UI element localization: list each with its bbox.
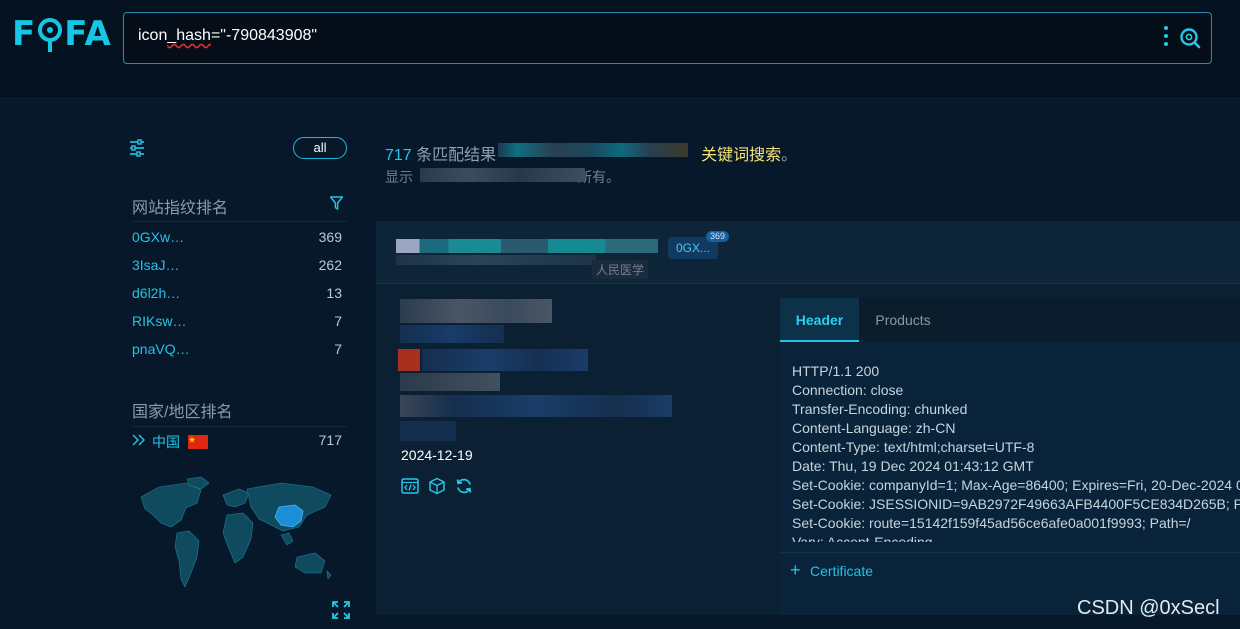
logo-magnifier-icon <box>38 18 63 52</box>
china-flag-icon <box>188 435 208 449</box>
divider <box>132 221 347 222</box>
fingerprint-name[interactable]: RIKsw… <box>132 313 186 329</box>
fingerprint-name[interactable]: pnaVQ… <box>132 341 190 357</box>
fingerprint-name[interactable]: d6l2h… <box>132 285 180 301</box>
divider <box>132 426 347 427</box>
response-line: Vary: Accept-Encoding <box>792 534 933 542</box>
search-input[interactable]: icon_hash="-790843908" <box>138 27 317 45</box>
cube-icon[interactable] <box>428 477 446 495</box>
query-part-2: _hash <box>167 27 211 44</box>
fingerprint-item[interactable]: 0GXw… 369 <box>132 229 342 249</box>
result-match-text: 条匹配结果 <box>411 147 497 164</box>
country-count: 717 <box>318 432 342 448</box>
funnel-filter-icon[interactable] <box>330 196 343 210</box>
tab-products[interactable]: Products <box>860 298 946 342</box>
fingerprint-name[interactable]: 0GXw… <box>132 229 184 245</box>
response-line: Content-Type: text/html;charset=UTF-8 <box>792 439 1035 455</box>
result-date: 2024-12-19 <box>401 447 473 463</box>
fingerprint-count: 13 <box>326 285 342 301</box>
fingerprint-count: 7 <box>334 313 342 329</box>
certificate-label[interactable]: Certificate <box>810 563 873 579</box>
fofa-logo[interactable]: F FA <box>12 14 112 54</box>
fingerprint-item[interactable]: 3IsaJ… 262 <box>132 257 342 277</box>
fingerprint-item[interactable]: RIKsw… 7 <box>132 313 342 333</box>
country-item[interactable]: 中国 717 <box>132 432 342 452</box>
query-part-1: icon <box>138 27 168 44</box>
tab-bar: Header Products <box>780 298 1240 342</box>
redacted-flag <box>398 349 420 371</box>
query-part-3: ="-790843908" <box>210 27 318 44</box>
refresh-icon[interactable] <box>455 477 473 495</box>
more-options-icon[interactable] <box>1163 26 1169 48</box>
fingerprint-item[interactable]: d6l2h… 13 <box>132 285 342 305</box>
country-name[interactable]: 中国 <box>152 432 180 452</box>
result-card: 人民医学 0GX... 369 2024-12-19 Header Produc… <box>376 221 1240 615</box>
redacted-detail <box>422 349 588 371</box>
redacted-detail <box>400 325 504 343</box>
search-bar[interactable]: icon_hash="-790843908" <box>123 12 1212 64</box>
fingerprint-tag-count: 369 <box>706 231 730 242</box>
filter-settings-icon[interactable] <box>129 139 145 157</box>
redacted-host <box>396 255 596 265</box>
response-line: Content-Language: zh-CN <box>792 420 956 436</box>
fingerprint-count: 262 <box>318 257 342 273</box>
response-line: HTTP/1.1 200 <box>792 363 880 379</box>
plus-icon: + <box>790 560 801 580</box>
logo-letter-f: F <box>12 14 37 54</box>
response-line: Date: Thu, 19 Dec 2024 01:43:12 GMT <box>792 458 1034 474</box>
expand-fullscreen-icon[interactable] <box>331 600 351 620</box>
result-count: 717 <box>385 147 412 164</box>
fingerprint-count: 369 <box>318 229 342 245</box>
fingerprint-count: 7 <box>334 341 342 357</box>
tab-header[interactable]: Header <box>780 298 859 342</box>
fingerprint-rank-title: 网站指纹排名 <box>132 200 229 217</box>
response-line: Set-Cookie: companyId=1; Max-Age=86400; … <box>792 477 1240 493</box>
response-line: Set-Cookie: route=15142f159f45ad56ce6afe… <box>792 515 1191 531</box>
fingerprint-item[interactable]: pnaVQ… 7 <box>132 341 342 361</box>
response-line: Set-Cookie: JSESSIONID=9AB2972F49663AFB4… <box>792 496 1240 512</box>
redacted-block <box>498 143 688 157</box>
card-header: 人民医学 0GX... 369 <box>376 221 1240 284</box>
fingerprint-name[interactable]: 3IsaJ… <box>132 257 179 273</box>
http-response-headers: HTTP/1.1 200 Connection: close Transfer-… <box>792 362 1240 542</box>
redacted-block <box>420 168 585 182</box>
redacted-host <box>396 239 658 253</box>
response-line: Connection: close <box>792 382 904 398</box>
all-toggle-button[interactable]: all <box>293 137 347 159</box>
keyword-search-link[interactable]: 关键词搜索 <box>701 147 781 164</box>
country-rank-title: 国家/地区排名 <box>132 404 233 421</box>
certificate-expander[interactable]: + Certificate <box>780 552 1240 589</box>
redacted-detail <box>400 395 672 417</box>
logo-letters-fa: FA <box>64 14 112 54</box>
redacted-detail <box>400 373 500 391</box>
top-bar: F FA icon_hash="-790843908" <box>0 0 1240 99</box>
redacted-detail <box>400 421 456 441</box>
redacted-detail <box>400 299 552 323</box>
site-category-label: 人民医学 <box>592 260 649 279</box>
response-line: Transfer-Encoding: chunked <box>792 401 968 417</box>
search-icon[interactable] <box>1179 27 1201 49</box>
source-code-icon[interactable] <box>401 477 419 495</box>
world-map <box>140 476 332 588</box>
watermark: CSDN @0xSecl <box>1077 597 1220 619</box>
response-panel: Header Products HTTP/1.1 200 Connection:… <box>780 298 1240 615</box>
double-chevron-right-icon <box>132 434 145 446</box>
